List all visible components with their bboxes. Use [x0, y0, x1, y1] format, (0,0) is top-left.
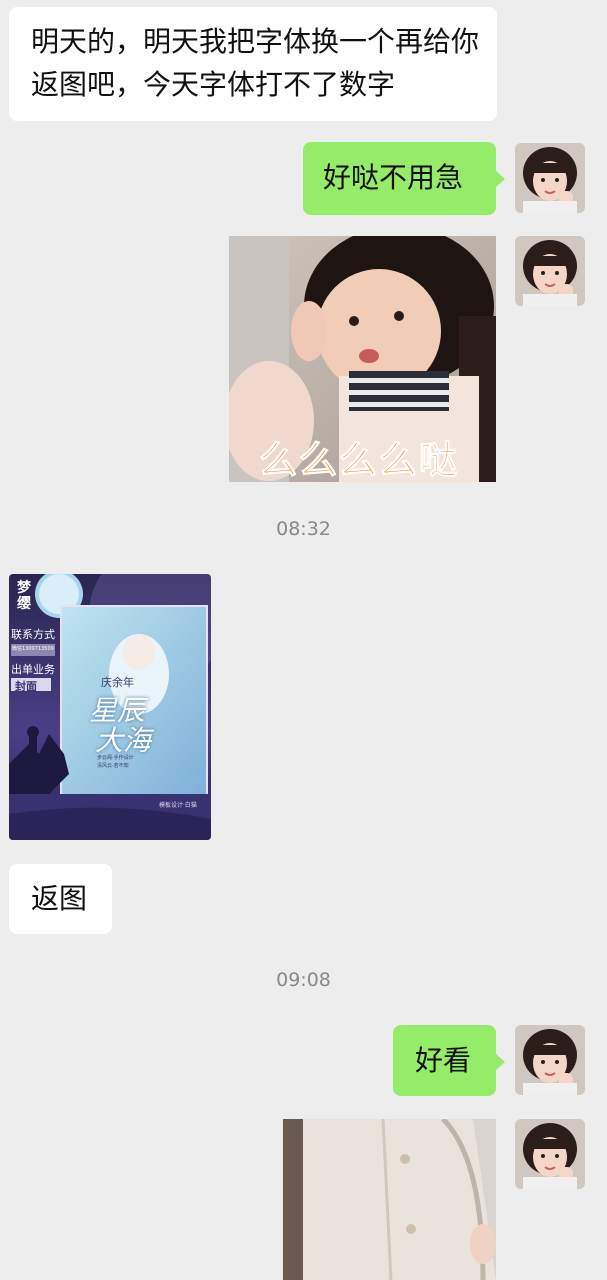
poster-book-title-2: 大海	[95, 724, 152, 757]
sticker-caption: 么么么么哒	[258, 438, 460, 483]
avatar-image	[515, 143, 585, 213]
poster-contact-value: 微信1309713509	[12, 646, 54, 652]
bubble-tail	[496, 1054, 505, 1070]
message-text: 明天的，明天我把字体换一个再给你返图吧，今天字体打不了数字	[31, 25, 480, 101]
avatar-image	[515, 1025, 585, 1095]
poster-business-value: 封面	[15, 680, 37, 693]
sticker-image[interactable]: 么么么么哒	[229, 236, 496, 482]
message-text: 返图	[31, 882, 88, 915]
poster-tagline-2: 清风云·若不知	[97, 763, 129, 769]
bubble-tail	[496, 171, 505, 187]
poster-credit: 模板设计·白猫	[159, 802, 197, 809]
message-text: 好哒不用急	[323, 161, 464, 194]
timestamp: 08:32	[276, 518, 331, 540]
message-bubble-outgoing[interactable]: 好哒不用急	[303, 142, 496, 215]
poster-tagline-1: 步云阁·手作设计	[97, 755, 134, 761]
poster-book-small: 庆余年	[101, 676, 134, 689]
timestamp: 09:08	[276, 969, 331, 991]
avatar-image	[515, 236, 585, 306]
message-bubble-incoming[interactable]: 明天的，明天我把字体换一个再给你返图吧，今天字体打不了数字	[9, 7, 497, 121]
avatar[interactable]	[515, 1119, 585, 1189]
avatar[interactable]	[515, 143, 585, 213]
poster-image[interactable]: 梦缨 联系方式 微信1309713509 出单业务 封面 庆余年 星辰 大海 步…	[9, 574, 211, 840]
poster-studio-name: 梦缨	[17, 580, 31, 612]
message-bubble-outgoing[interactable]: 好看	[393, 1025, 496, 1096]
photo-image[interactable]	[283, 1119, 496, 1280]
avatar[interactable]	[515, 1025, 585, 1095]
avatar[interactable]	[515, 236, 585, 306]
poster-business-label: 出单业务	[11, 663, 55, 676]
avatar-image	[515, 1119, 585, 1189]
message-bubble-incoming[interactable]: 返图	[9, 864, 112, 934]
poster-contact-label: 联系方式	[11, 628, 55, 641]
photo-illustration	[283, 1119, 496, 1280]
message-text: 好看	[415, 1044, 472, 1077]
